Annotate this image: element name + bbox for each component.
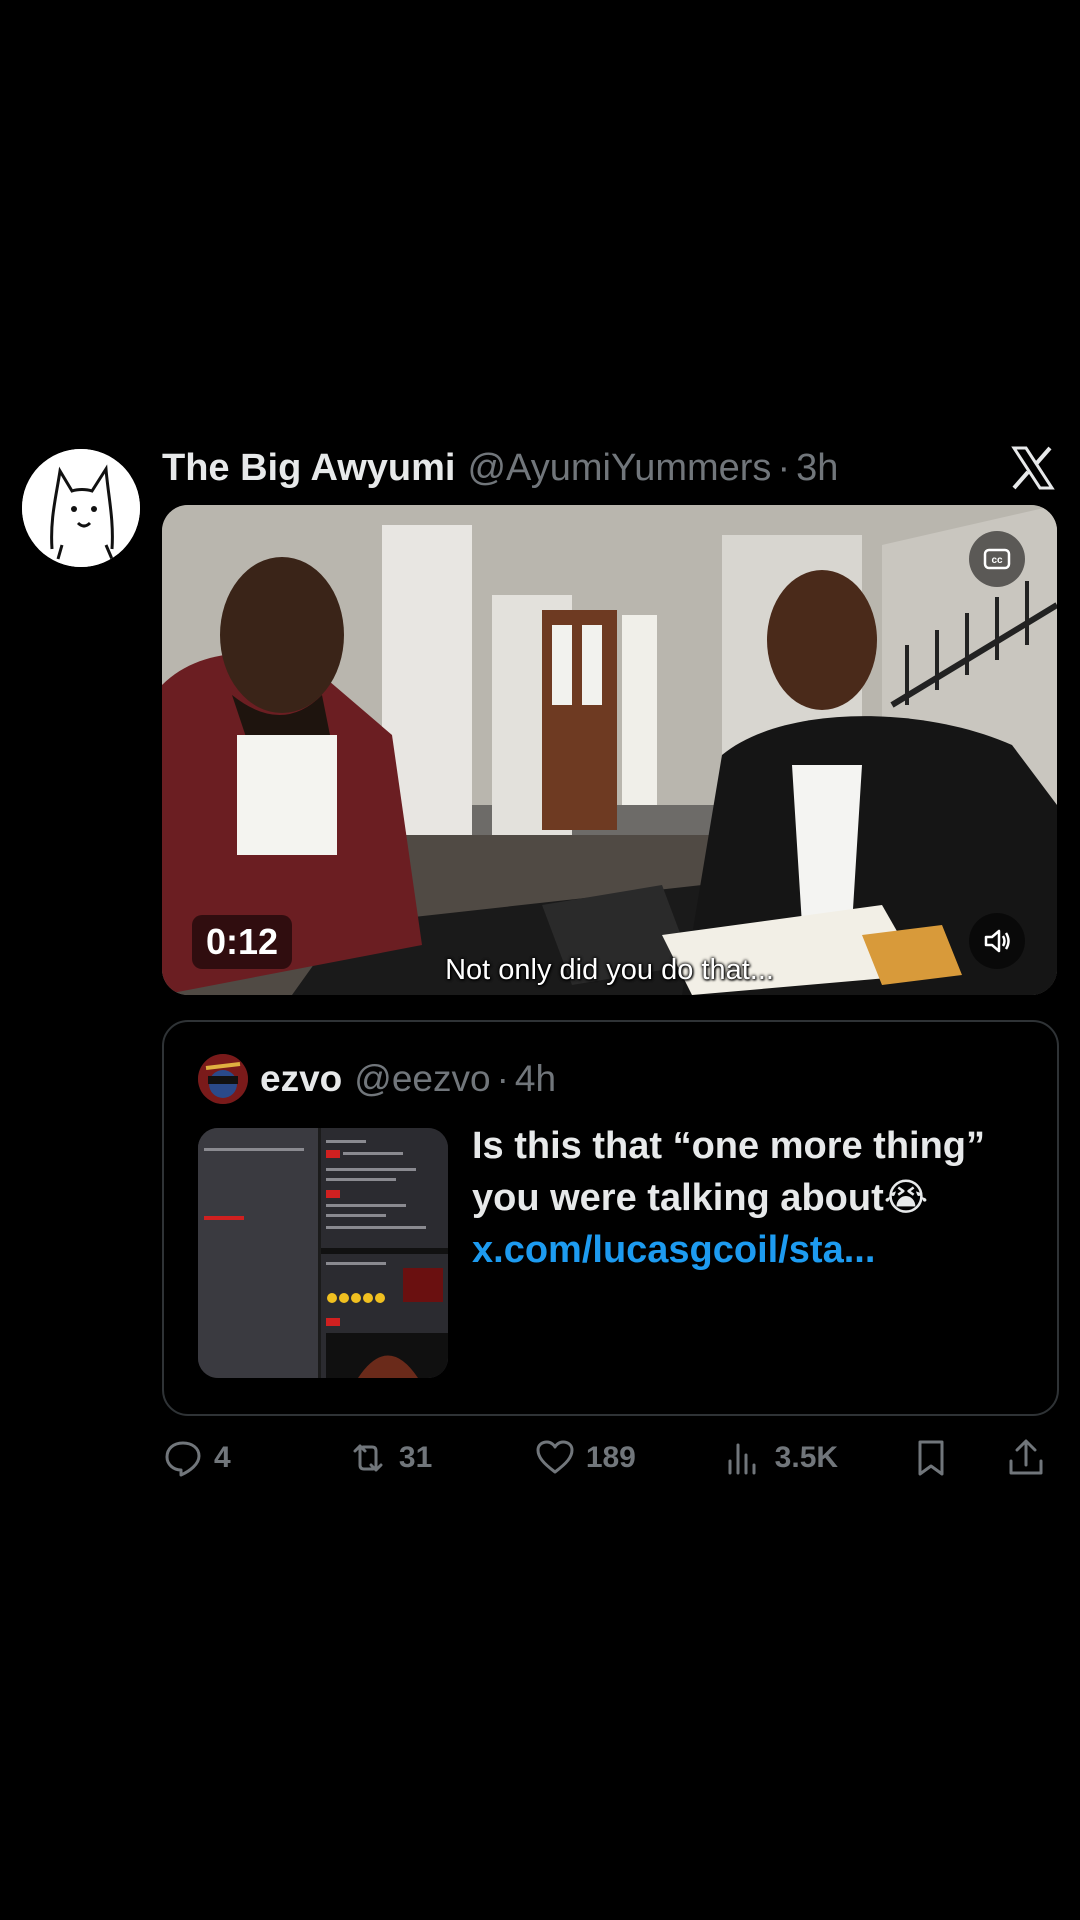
author-name[interactable]: The Big Awyumi [162,447,455,490]
video-player[interactable]: cc 0:12 Not only did you do that... [162,505,1057,995]
like-button[interactable]: 189 [534,1437,723,1479]
quote-link[interactable]: x.com/lucasgcoil/sta... [472,1224,1032,1276]
views-icon [728,1443,756,1475]
video-caption: Not only did you do that... [445,954,774,986]
quote-author-handle[interactable]: @eezvo [354,1058,490,1100]
captions-button[interactable]: cc [969,531,1025,587]
quote-text: Is this that “one more thing” you were t… [472,1125,986,1219]
quote-avatar-image [198,1054,248,1104]
like-icon [536,1440,574,1474]
author-handle[interactable]: @AyumiYummers [467,447,771,490]
repost-button[interactable]: 31 [347,1437,534,1479]
reply-icon [165,1441,201,1477]
svg-text:cc: cc [991,555,1003,566]
action-bar: 4 31 189 3.5K [162,1428,1057,1488]
quote-time[interactable]: 4h [515,1058,556,1100]
quoted-tweet[interactable]: ezvo @eezvo · 4h Is this that “one more … [162,1020,1059,1416]
quote-header: ezvo @eezvo · 4h [198,1052,556,1106]
quote-text-block: Is this that “one more thing” you were t… [472,1120,1032,1276]
tweet-time[interactable]: 3h [796,447,838,490]
share-button[interactable] [1005,1437,1057,1479]
views-button[interactable]: 3.5K [723,1437,910,1479]
bookmark-icon [918,1440,944,1476]
avatar[interactable] [22,449,140,567]
share-icon [1009,1439,1043,1475]
repost-icon [353,1444,383,1472]
quote-thumbnail[interactable] [198,1128,448,1378]
bookmark-button[interactable] [910,1437,1005,1479]
fox-avatar-icon [22,449,140,567]
tweet[interactable]: The Big Awyumi @AyumiYummers · 3h cc 0:1… [0,440,1080,1500]
view-count: 3.5K [774,1441,839,1474]
volume-button[interactable] [969,913,1025,969]
like-count: 189 [585,1441,636,1474]
tweet-header: The Big Awyumi @AyumiYummers · 3h [162,440,838,496]
x-logo-icon [1011,446,1055,490]
reply-count: 4 [214,1441,231,1474]
quote-avatar[interactable] [198,1054,248,1104]
repost-count: 31 [398,1441,433,1474]
quote-screenshot-image [198,1128,448,1378]
volume-icon [984,929,1010,953]
quote-author-name[interactable]: ezvo [260,1058,342,1100]
video-frame [162,505,1057,995]
quote-separator-dot: · [496,1058,509,1099]
separator-dot: · [777,446,791,489]
captions-icon: cc [983,548,1011,570]
reply-button[interactable]: 4 [162,1437,347,1479]
